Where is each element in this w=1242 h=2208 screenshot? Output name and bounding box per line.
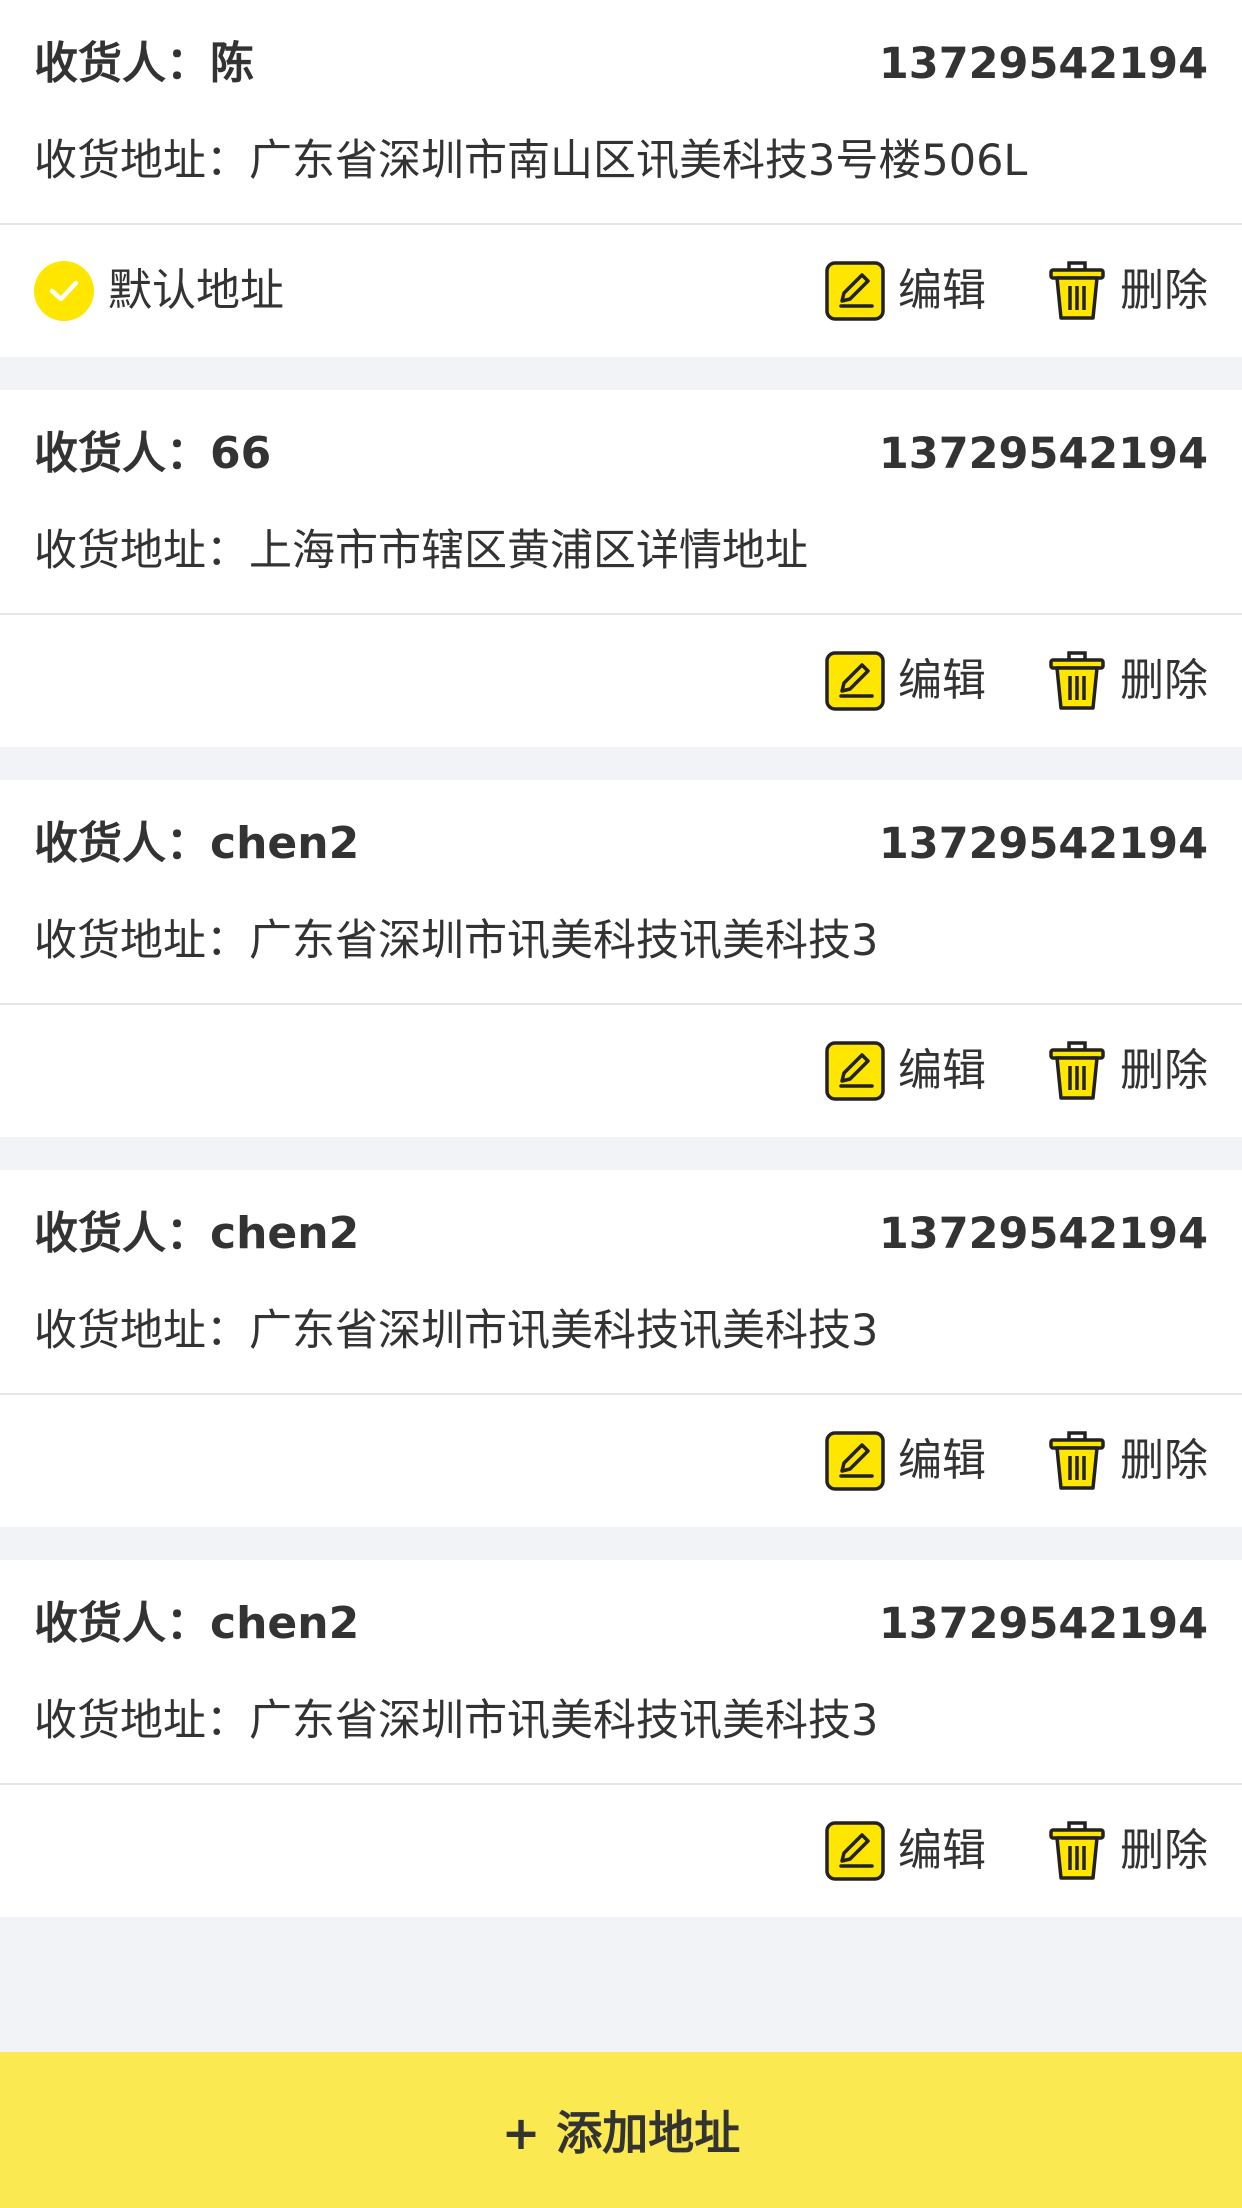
consignee-line: 收货人：chen2 — [34, 1203, 359, 1265]
delete-button[interactable]: 删除 — [1046, 1038, 1208, 1104]
pencil-square-icon — [824, 1820, 886, 1882]
edit-button[interactable]: 编辑 — [824, 1038, 986, 1104]
address-info[interactable]: 收货人：chen2 13729542194 收货地址：广东省深圳市讯美科技讯美科… — [0, 1170, 1242, 1395]
consignee-line: 收货人：chen2 — [34, 1593, 359, 1655]
pencil-square-icon — [824, 260, 886, 322]
trash-can-icon — [1046, 1820, 1108, 1882]
trash-can-icon — [1046, 260, 1108, 322]
default-address-toggle[interactable]: 默认地址 — [34, 261, 284, 321]
address-text: 广东省深圳市讯美科技讯美科技3 — [249, 916, 879, 966]
phone-number: 13729542194 — [878, 429, 1208, 479]
address-text: 广东省深圳市讯美科技讯美科技3 — [249, 1696, 879, 1746]
check-circle-icon — [34, 261, 94, 321]
edit-label: 编辑 — [898, 265, 986, 316]
delete-label: 删除 — [1120, 1435, 1208, 1486]
address-prefix: 收货地址： — [34, 1696, 249, 1746]
address-prefix: 收货地址： — [34, 916, 249, 966]
consignee-prefix: 收货人： — [34, 38, 210, 89]
consignee-prefix: 收货人： — [34, 428, 210, 479]
consignee-prefix: 收货人： — [34, 1208, 210, 1259]
address-text: 广东省深圳市讯美科技讯美科技3 — [249, 1306, 879, 1356]
delete-button[interactable]: 删除 — [1046, 258, 1208, 324]
delete-button[interactable]: 删除 — [1046, 648, 1208, 714]
pencil-square-icon — [824, 1040, 886, 1102]
address-actions: 编辑 删除 — [0, 615, 1242, 747]
edit-button[interactable]: 编辑 — [824, 1818, 986, 1884]
consignee-line: 收货人：66 — [34, 423, 271, 485]
default-address-label: 默认地址 — [108, 265, 284, 316]
edit-label: 编辑 — [898, 1825, 986, 1876]
address-card: 收货人：chen2 13729542194 收货地址：广东省深圳市讯美科技讯美科… — [0, 1170, 1242, 1527]
phone-number: 13729542194 — [878, 819, 1208, 869]
consignee-line: 收货人：陈 — [34, 33, 254, 95]
trash-can-icon — [1046, 1430, 1108, 1492]
edit-button[interactable]: 编辑 — [824, 648, 986, 714]
edit-label: 编辑 — [898, 1435, 986, 1486]
consignee-line: 收货人：chen2 — [34, 813, 359, 875]
consignee-name: 陈 — [210, 38, 254, 89]
delete-label: 删除 — [1120, 1825, 1208, 1876]
pencil-square-icon — [824, 650, 886, 712]
consignee-name: chen2 — [210, 818, 360, 869]
address-line: 收货地址：上海市市辖区黄浦区详情地址 — [34, 520, 808, 582]
address-card: 收货人：66 13729542194 收货地址：上海市市辖区黄浦区详情地址 编辑… — [0, 390, 1242, 747]
edit-button[interactable]: 编辑 — [824, 1428, 986, 1494]
consignee-name: 66 — [210, 428, 272, 479]
delete-button[interactable]: 删除 — [1046, 1428, 1208, 1494]
address-info[interactable]: 收货人：陈 13729542194 收货地址：广东省深圳市南山区讯美科技3号楼5… — [0, 0, 1242, 225]
address-actions: 编辑 删除 — [0, 1785, 1242, 1917]
delete-label: 删除 — [1120, 655, 1208, 706]
edit-button[interactable]: 编辑 — [824, 258, 986, 324]
delete-label: 删除 — [1120, 265, 1208, 316]
phone-number: 13729542194 — [878, 1599, 1208, 1649]
edit-label: 编辑 — [898, 655, 986, 706]
add-address-button[interactable]: + 添加地址 — [0, 2052, 1242, 2208]
add-address-label: + 添加地址 — [501, 2106, 741, 2160]
address-list: 收货人：陈 13729542194 收货地址：广东省深圳市南山区讯美科技3号楼5… — [0, 0, 1242, 1950]
address-prefix: 收货地址： — [34, 1306, 249, 1356]
consignee-name: chen2 — [210, 1208, 360, 1259]
address-prefix: 收货地址： — [34, 136, 249, 186]
address-list-screen: 收货人：陈 13729542194 收货地址：广东省深圳市南山区讯美科技3号楼5… — [0, 0, 1242, 2208]
pencil-square-icon — [824, 1430, 886, 1492]
edit-label: 编辑 — [898, 1045, 986, 1096]
address-text: 广东省深圳市南山区讯美科技3号楼506L — [249, 136, 1028, 186]
consignee-prefix: 收货人： — [34, 1598, 210, 1649]
address-line: 收货地址：广东省深圳市南山区讯美科技3号楼506L — [34, 130, 1027, 192]
trash-can-icon — [1046, 1040, 1108, 1102]
address-line: 收货地址：广东省深圳市讯美科技讯美科技3 — [34, 1690, 878, 1752]
address-card: 收货人：chen2 13729542194 收货地址：广东省深圳市讯美科技讯美科… — [0, 1560, 1242, 1917]
address-card: 收货人：陈 13729542194 收货地址：广东省深圳市南山区讯美科技3号楼5… — [0, 0, 1242, 357]
delete-label: 删除 — [1120, 1045, 1208, 1096]
address-line: 收货地址：广东省深圳市讯美科技讯美科技3 — [34, 910, 878, 972]
address-info[interactable]: 收货人：chen2 13729542194 收货地址：广东省深圳市讯美科技讯美科… — [0, 1560, 1242, 1785]
address-card: 收货人：chen2 13729542194 收货地址：广东省深圳市讯美科技讯美科… — [0, 780, 1242, 1137]
phone-number: 13729542194 — [878, 39, 1208, 89]
address-line: 收货地址：广东省深圳市讯美科技讯美科技3 — [34, 1300, 878, 1362]
trash-can-icon — [1046, 650, 1108, 712]
address-actions: 默认地址 编辑 删除 — [0, 225, 1242, 357]
delete-button[interactable]: 删除 — [1046, 1818, 1208, 1884]
address-info[interactable]: 收货人：chen2 13729542194 收货地址：广东省深圳市讯美科技讯美科… — [0, 780, 1242, 1005]
consignee-name: chen2 — [210, 1598, 360, 1649]
address-actions: 编辑 删除 — [0, 1395, 1242, 1527]
address-prefix: 收货地址： — [34, 526, 249, 576]
address-actions: 编辑 删除 — [0, 1005, 1242, 1137]
consignee-prefix: 收货人： — [34, 818, 210, 869]
address-info[interactable]: 收货人：66 13729542194 收货地址：上海市市辖区黄浦区详情地址 — [0, 390, 1242, 615]
phone-number: 13729542194 — [878, 1209, 1208, 1259]
address-text: 上海市市辖区黄浦区详情地址 — [249, 526, 808, 576]
